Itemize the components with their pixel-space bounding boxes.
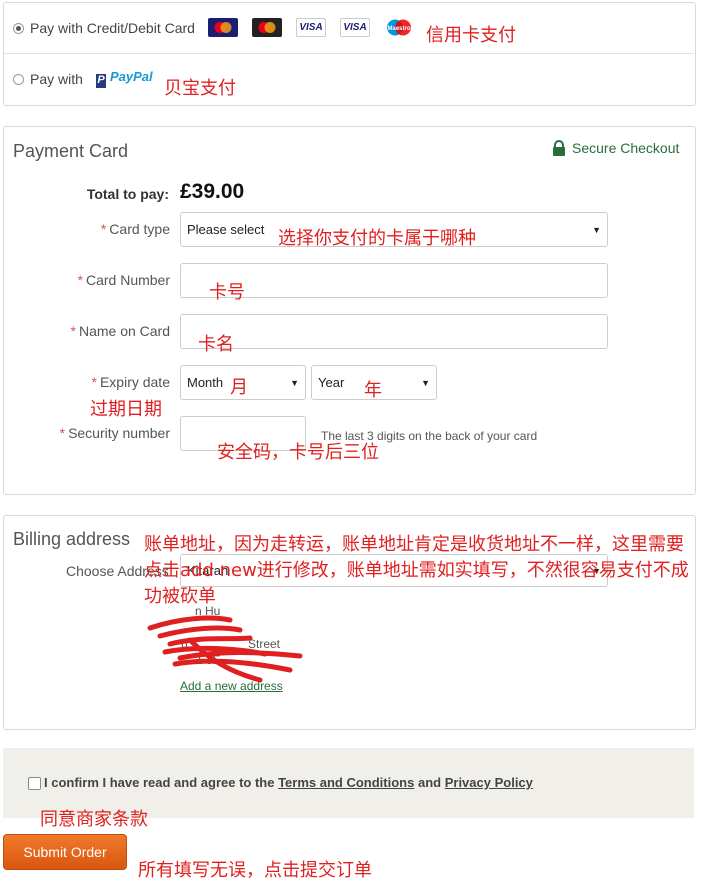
- total-label: Total to pay:: [86, 186, 169, 202]
- total-value: £39.00: [180, 180, 245, 203]
- note-expiry: 过期日期: [90, 399, 162, 420]
- note-card-payment: 信用卡支付: [426, 25, 516, 46]
- mastercard-dark-icon: [252, 18, 282, 37]
- svg-text:Maestro: Maestro: [387, 26, 410, 32]
- billing-address-title: Billing address: [13, 529, 131, 549]
- expiry-label: * Expiry date: [91, 374, 171, 390]
- lock-icon: [553, 140, 565, 156]
- note-name: 卡名: [198, 334, 234, 355]
- card-type-label: * Card type: [100, 221, 170, 237]
- divider: [4, 53, 694, 54]
- chevron-down-icon: ▼: [592, 224, 601, 235]
- payment-card-title: Payment Card: [13, 141, 129, 161]
- security-number-label: * Security number: [59, 425, 170, 441]
- name-on-card-input[interactable]: [180, 314, 608, 349]
- visa-electron-icon: VISA: [340, 18, 370, 37]
- note-year: 年: [364, 380, 382, 401]
- card-number-label: * Card Number: [77, 272, 170, 288]
- paypal-radio[interactable]: [13, 74, 24, 85]
- add-new-address-link[interactable]: Add a new address: [180, 679, 283, 693]
- redaction-scribble: [147, 615, 303, 683]
- chevron-down-icon: ▼: [421, 377, 430, 388]
- secure-checkout-label: Secure Checkout: [572, 140, 680, 156]
- visa-icon: VISA: [296, 18, 326, 37]
- card-option-label[interactable]: Pay with Credit/Debit Card: [30, 20, 195, 36]
- terms-checkbox[interactable]: [28, 777, 41, 790]
- submit-order-button[interactable]: Submit Order: [3, 834, 127, 870]
- note-submit: 所有填写无误，点击提交订单: [138, 860, 372, 881]
- terms-text: I confirm I have read and agree to the T…: [44, 775, 533, 790]
- maestro-icon: Maestro: [384, 18, 414, 37]
- note-terms: 同意商家条款: [40, 809, 148, 830]
- chevron-down-icon: ▼: [290, 377, 299, 388]
- note-security: 安全码，卡号后三位: [217, 442, 379, 463]
- privacy-link[interactable]: Privacy Policy: [445, 775, 533, 790]
- note-month: 月: [230, 377, 248, 398]
- name-on-card-label: * Name on Card: [70, 323, 171, 339]
- paypal-option-label[interactable]: Pay with: [30, 71, 83, 87]
- secure-checkout: Secure Checkout: [552, 140, 679, 156]
- note-card-number: 卡号: [209, 282, 245, 303]
- card-radio[interactable]: [13, 23, 24, 34]
- note-paypal: 贝宝支付: [164, 78, 236, 99]
- paypal-logo: P PayPal: [96, 69, 153, 88]
- note-card-type: 选择你支付的卡属于哪种: [278, 228, 476, 249]
- mastercard-icon: [208, 18, 238, 37]
- terms-link[interactable]: Terms and Conditions: [278, 775, 414, 790]
- note-billing-address: 账单地址，因为走转运，账单地址肯定是收货地址不一样，这里需要点击add new进…: [144, 534, 689, 607]
